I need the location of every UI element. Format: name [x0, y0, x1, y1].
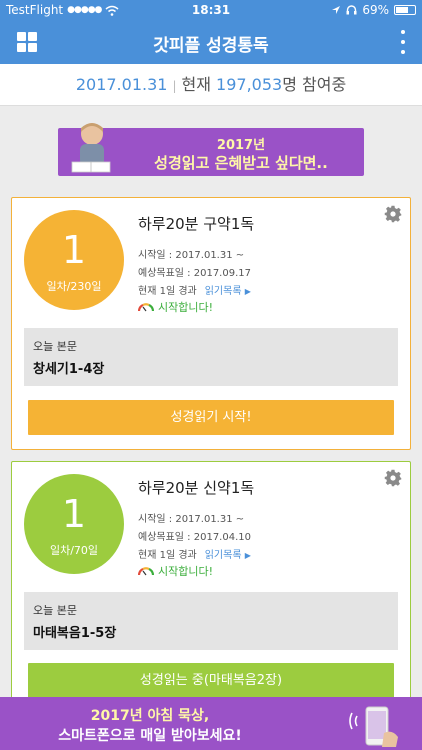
summary-prefix: 현재	[181, 75, 211, 94]
day-number: 1	[61, 228, 87, 272]
target-date: 예상목표일 : 2017.09.17	[138, 268, 251, 279]
location-icon	[332, 6, 341, 14]
status-text: 시작합니다!	[158, 301, 214, 314]
triangle-right-icon: ▶	[244, 551, 251, 560]
plan-title: 하루20분 구약1독	[138, 215, 255, 233]
today-label: 오늘 본문	[33, 340, 77, 353]
reading-list-link[interactable]: 읽기목록	[205, 550, 242, 561]
status-bar: TestFlight ●●●●● 18:31 69%	[0, 0, 422, 20]
today-reading-box: 오늘 본문 마태복음1-5장	[24, 592, 398, 650]
progress-text: 현재 1일 경과	[138, 550, 197, 561]
gauge-icon	[138, 303, 154, 312]
promo-bottom-line2: 스마트폰으로 매일 받아보세요!	[58, 728, 242, 744]
more-vertical-icon[interactable]	[400, 30, 406, 54]
status-row: 시작합니다!	[138, 563, 213, 579]
status-text: 시작합니다!	[158, 565, 214, 578]
reading-child-image	[71, 123, 111, 173]
participation-summary: 2017.01.31 | 현재 197,053명 참여중	[0, 64, 422, 106]
participant-count: 197,053	[216, 75, 283, 94]
battery-percent: 69%	[362, 3, 389, 17]
target-date: 예상목표일 : 2017.04.10	[138, 532, 251, 543]
today-passage: 마태복음1-5장	[33, 626, 117, 641]
promo-banner-top[interactable]: 2017년 성경읽고 은혜받고 싶다면..	[58, 123, 364, 176]
continue-reading-button[interactable]: 성경읽는 중(마태복음2장)	[28, 663, 394, 698]
progress-row: 현재 1일 경과 읽기목록 ▶	[138, 282, 251, 297]
triangle-right-icon: ▶	[244, 287, 251, 296]
status-row: 시작합니다!	[138, 299, 213, 315]
plan-card-new-testament: 1 일차/70일 하루20분 신약1독 시작일 : 2017.01.31 ~ 예…	[11, 461, 411, 701]
progress-text: 현재 1일 경과	[138, 286, 197, 297]
promo-top-line2: 성경읽고 은혜받고 싶다면..	[154, 154, 328, 172]
day-progress-circle: 1 일차/230일	[24, 210, 124, 310]
start-date: 시작일 : 2017.01.31 ~	[138, 250, 245, 261]
smartphone-image	[349, 706, 398, 747]
headphones-icon	[346, 5, 357, 15]
plan-card-old-testament: 1 일차/230일 하루20분 구약1독 시작일 : 2017.01.31 ~ …	[11, 197, 411, 450]
gauge-icon	[138, 567, 154, 576]
summary-date: 2017.01.31	[75, 75, 168, 94]
nav-title: 갓피플 성경통독	[153, 36, 269, 56]
day-number: 1	[61, 492, 87, 536]
nav-bar: 갓피플 성경통독	[0, 20, 422, 64]
promo-top-line1: 2017년	[216, 138, 266, 153]
gear-icon[interactable]	[384, 205, 402, 223]
today-reading-box: 오늘 본문 창세기1-4장	[24, 328, 398, 386]
promo-banner-bottom[interactable]: 2017년 아침 묵상, 스마트폰으로 매일 받아보세요!	[0, 697, 422, 750]
start-date: 시작일 : 2017.01.31 ~	[138, 514, 245, 525]
promo-bottom-line1: 2017년 아침 묵상,	[90, 708, 210, 724]
today-label: 오늘 본문	[33, 604, 77, 617]
start-reading-button[interactable]: 성경읽기 시작!	[28, 400, 394, 435]
progress-row: 현재 1일 경과 읽기목록 ▶	[138, 546, 251, 561]
day-label: 일차/230일	[46, 280, 102, 293]
day-label: 일차/70일	[49, 544, 99, 557]
summary-separator: |	[172, 79, 177, 93]
plan-title: 하루20분 신약1독	[138, 479, 255, 497]
summary-suffix: 명 참여중	[282, 75, 347, 94]
reading-list-link[interactable]: 읽기목록	[205, 286, 242, 297]
gear-icon[interactable]	[384, 469, 402, 487]
battery-icon	[394, 5, 416, 15]
day-progress-circle: 1 일차/70일	[24, 474, 124, 574]
today-passage: 창세기1-4장	[33, 362, 105, 377]
